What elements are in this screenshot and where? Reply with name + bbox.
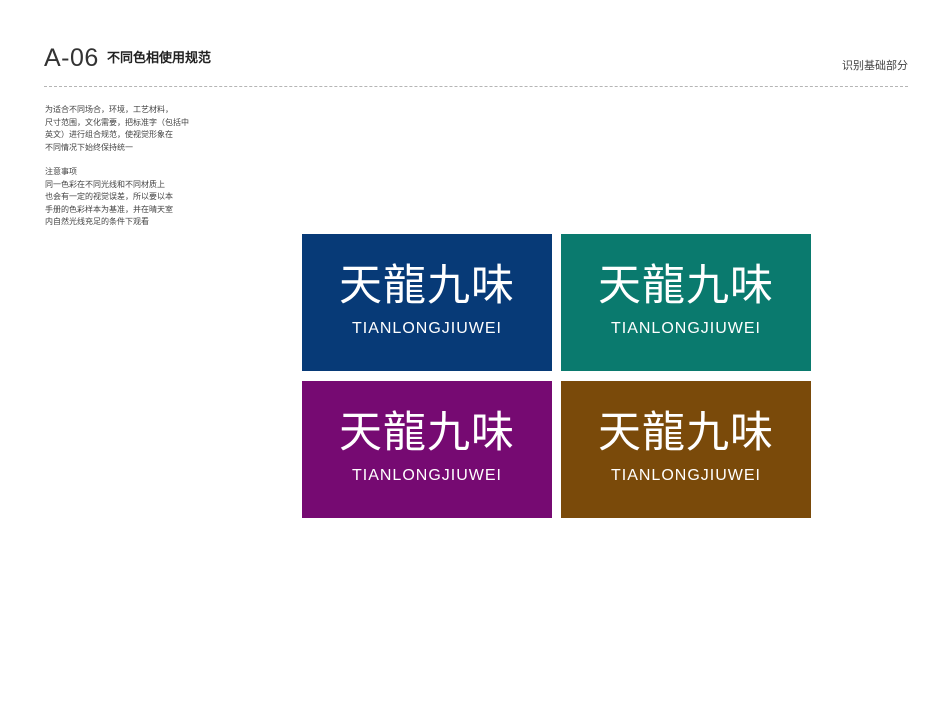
intro-line: 尺寸范围，文化需要，把标准字（包括中 — [45, 117, 189, 127]
caution-line: 同一色彩在不同光线和不同材质上 — [45, 179, 165, 189]
swatch-brown: 天龍九味 TIANLONGJIUWEI — [561, 381, 811, 518]
caution-line: 也会有一定的视觉误差，所以要以本 — [45, 192, 173, 201]
logo-english: TIANLONGJIUWEI — [610, 320, 761, 337]
caution-title: 注意事项 — [45, 167, 77, 176]
logo-english: TIANLONGJIUWEI — [610, 467, 761, 484]
logo-english: TIANLONGJIUWEI — [351, 320, 502, 337]
caution-line: 手册的色彩样本为基准，并在晴天室 — [45, 204, 173, 214]
logo-chinese: 天龍九味 — [598, 408, 774, 458]
page-header: A-06 不同色相使用规范 识别基础部分 — [0, 0, 950, 90]
page-title: 不同色相使用规范 — [107, 51, 212, 66]
logo-english: TIANLONGJIUWEI — [351, 467, 502, 484]
usage-notes: 为适合不同场合，环境，工艺材料， 尺寸范围，文化需要，把标准字（包括中 英文）进… — [45, 104, 245, 229]
section-label: 识别基础部分 — [842, 59, 908, 72]
caution-line: 内自然光线充足的条件下观看 — [45, 217, 149, 226]
logo-chinese: 天龍九味 — [339, 261, 515, 311]
swatch-purple: 天龍九味 TIANLONGJIUWEI — [302, 381, 552, 518]
logo-chinese: 天龍九味 — [339, 408, 515, 458]
intro-line: 不同情况下始终保持统一 — [45, 142, 133, 152]
color-swatch-grid: 天龍九味 TIANLONGJIUWEI 天龍九味 TIANLONGJIUWEI … — [302, 234, 812, 520]
header-divider — [44, 86, 908, 87]
intro-line: 为适合不同场合，环境，工艺材料， — [45, 105, 173, 114]
page-code: A-06 — [44, 44, 99, 72]
swatch-blue: 天龍九味 TIANLONGJIUWEI — [302, 234, 552, 371]
intro-line: 英文）进行组合规范，使视觉形象在 — [45, 130, 173, 139]
swatch-teal: 天龍九味 TIANLONGJIUWEI — [561, 234, 811, 371]
logo-chinese: 天龍九味 — [598, 261, 774, 311]
